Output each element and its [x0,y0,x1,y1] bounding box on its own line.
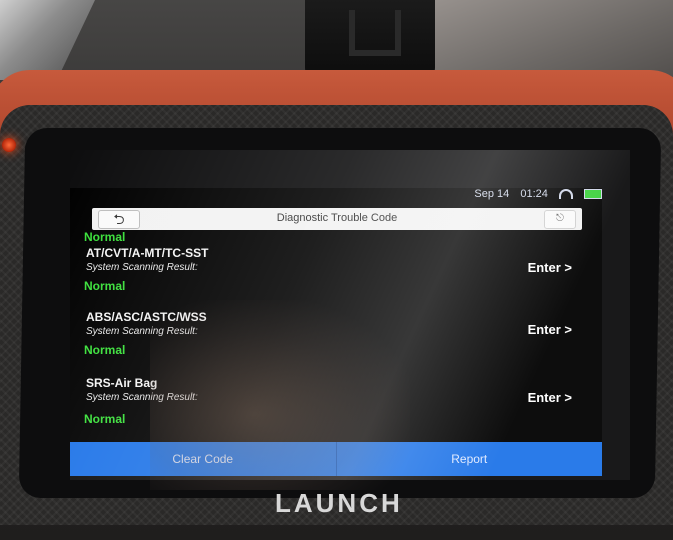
scan-result-label: System Scanning Result: [86,262,198,273]
scan-result-label: System Scanning Result: [86,392,198,403]
status-normal: Normal [84,412,126,426]
exit-button[interactable]: ⎋ [544,210,576,229]
scanner-screen: Sep 14 01:24 ⮌ Diagnostic Trouble Code ⎋… [70,188,602,476]
brand-logo: LAUNCH [275,488,403,518]
status-bar: Sep 14 01:24 [70,188,602,206]
power-indicator-light [2,138,16,152]
obd-cable-connector [305,0,435,78]
battery-icon [584,189,602,200]
wifi-icon [558,189,573,200]
enter-button[interactable]: Enter > [528,390,572,405]
status-normal: Normal [84,279,126,293]
enter-button[interactable]: Enter > [528,260,572,275]
clear-code-button[interactable]: Clear Code [70,442,337,476]
system-list: Normal AT/CVT/A-MT/TC-SST System Scannin… [70,228,602,443]
status-date: Sep 14 [474,188,510,200]
status-normal: Normal [84,343,126,357]
footer-action-bar: Clear Code Report [70,442,602,476]
report-button[interactable]: Report [337,442,603,476]
page-title: Diagnostic Trouble Code [276,212,398,224]
title-bar: ⮌ Diagnostic Trouble Code ⎋ [92,208,582,230]
exit-icon: ⎋ [556,213,564,224]
system-name: ABS/ASC/ASTC/WSS [86,310,207,324]
enter-button[interactable]: Enter > [528,322,572,337]
status-time: 01:24 [520,188,548,200]
status-normal: Normal [84,230,126,244]
system-name: AT/CVT/A-MT/TC-SST [86,246,209,260]
scan-result-label: System Scanning Result: [86,326,198,337]
system-name: SRS-Air Bag [86,376,158,390]
